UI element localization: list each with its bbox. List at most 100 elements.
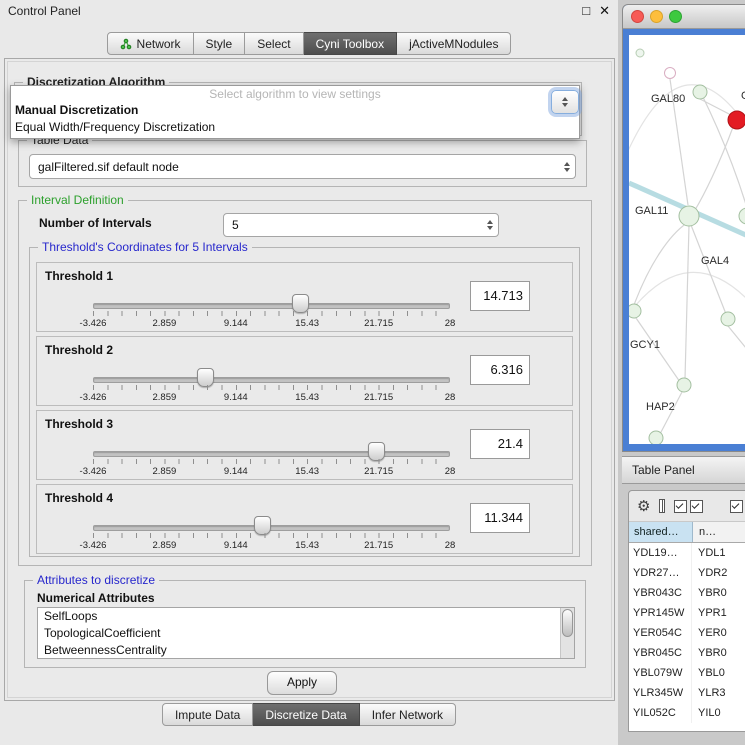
threshold-3-box: Threshold 3 -3.426 2.859 9.144 15.43 21.…: [36, 410, 573, 480]
cell[interactable]: YDL19…: [629, 543, 692, 563]
table-data-combo[interactable]: galFiltered.sif default node: [29, 154, 576, 179]
network-node[interactable]: [679, 206, 699, 226]
algorithm-option-manual[interactable]: Manual Discretization: [11, 102, 579, 119]
node-label: GAL80: [651, 93, 685, 105]
slider-ticks: [93, 311, 450, 316]
tab-impute-data[interactable]: Impute Data: [162, 703, 253, 726]
threshold-2-value[interactable]: 6.316: [470, 355, 530, 385]
select-columns-icon[interactable]: [674, 500, 703, 513]
numerical-attributes-label: Numerical Attributes: [37, 591, 155, 605]
checkbox-icon: [690, 500, 703, 513]
cell[interactable]: YBR043C: [629, 583, 692, 603]
columns-icon[interactable]: [659, 499, 665, 513]
cell[interactable]: YIL052C: [629, 703, 692, 723]
apply-button[interactable]: Apply: [267, 671, 337, 695]
cell[interactable]: YIL0: [692, 703, 745, 723]
cell[interactable]: YBR045C: [629, 643, 692, 663]
scrollbar-thumb[interactable]: [562, 609, 573, 637]
threshold-4-box: Threshold 4 -3.426 2.859 9.144 15.43 21.…: [36, 484, 573, 554]
tab-select[interactable]: Select: [245, 32, 303, 55]
threshold-3-slider[interactable]: -3.426 2.859 9.144 15.43 21.715 28: [93, 441, 450, 477]
threshold-2-slider[interactable]: -3.426 2.859 9.144 15.43 21.715 28: [93, 367, 450, 403]
network-node[interactable]: [636, 49, 644, 57]
table-row[interactable]: YBL079WYBL0: [629, 663, 745, 683]
tick-label: 15.43: [295, 540, 319, 551]
table-row[interactable]: YPR145WYPR1: [629, 603, 745, 623]
tab-discretize-data[interactable]: Discretize Data: [253, 703, 359, 726]
column-header-name[interactable]: n…: [693, 522, 745, 542]
tab-cyni-toolbox[interactable]: Cyni Toolbox: [304, 32, 397, 55]
list-item[interactable]: TopologicalCoefficient: [38, 625, 574, 642]
cell[interactable]: YLR3: [692, 683, 745, 703]
table-row[interactable]: YBR043CYBR0: [629, 583, 745, 603]
threshold-4-value[interactable]: 11.344: [470, 503, 530, 533]
table-row[interactable]: YIL052CYIL0: [629, 703, 745, 723]
network-node-selected[interactable]: [728, 111, 745, 129]
interval-definition-title: Interval Definition: [27, 193, 128, 207]
threshold-3-label: Threshold 3: [45, 417, 113, 431]
slider-track: [93, 377, 450, 383]
cell[interactable]: YER054C: [629, 623, 692, 643]
network-node[interactable]: [649, 431, 663, 444]
network-node[interactable]: [665, 68, 676, 79]
float-window-icon[interactable]: □: [582, 3, 590, 19]
list-item[interactable]: SelfLoops: [38, 608, 574, 625]
network-node[interactable]: [721, 312, 735, 326]
cell[interactable]: YER0: [692, 623, 745, 643]
network-canvas[interactable]: GAL80 GA GAL11 GAL4 GCY1 HAP2: [629, 35, 745, 444]
select-rows-icon[interactable]: [730, 500, 745, 513]
close-light[interactable]: [631, 10, 644, 23]
tab-style[interactable]: Style: [194, 32, 246, 55]
cell[interactable]: YLR345W: [629, 683, 692, 703]
cell[interactable]: YDR27…: [629, 563, 692, 583]
checkbox-icon: [674, 500, 687, 513]
threshold-2-label: Threshold 2: [45, 343, 113, 357]
table-row[interactable]: YDL19…YDL1: [629, 543, 745, 563]
network-node[interactable]: [677, 378, 691, 392]
algorithm-option-equal-width[interactable]: Equal Width/Frequency Discretization: [11, 119, 579, 136]
cell[interactable]: YBR0: [692, 643, 745, 663]
cell[interactable]: YPR145W: [629, 603, 692, 623]
cell[interactable]: YDL1: [692, 543, 745, 563]
combo-stepper-icon: [487, 214, 493, 236]
tick-label: 21.715: [364, 318, 393, 329]
cell[interactable]: YDR2: [692, 563, 745, 583]
interval-definition-group: Interval Definition Number of Intervals …: [18, 200, 592, 566]
network-node[interactable]: [629, 304, 641, 318]
threshold-1-value[interactable]: 14.713: [470, 281, 530, 311]
tab-infer-network[interactable]: Infer Network: [360, 703, 456, 726]
table-panel-header[interactable]: Table Panel: [622, 456, 745, 484]
network-window-titlebar[interactable]: [623, 5, 745, 29]
table-row[interactable]: YDR27…YDR2: [629, 563, 745, 583]
threshold-4-slider[interactable]: -3.426 2.859 9.144 15.43 21.715 28: [93, 515, 450, 551]
algorithm-combo-stepper[interactable]: [551, 90, 579, 114]
cell[interactable]: YBL0: [692, 663, 745, 683]
close-icon[interactable]: ✕: [599, 3, 610, 19]
attributes-list[interactable]: SelfLoops TopologicalCoefficient Between…: [37, 607, 575, 659]
list-scrollbar[interactable]: [560, 608, 574, 658]
zoom-light[interactable]: [669, 10, 682, 23]
minimize-light[interactable]: [650, 10, 663, 23]
edge: [728, 326, 745, 370]
slider-ticks: [93, 533, 450, 538]
network-node[interactable]: [693, 85, 707, 99]
cell[interactable]: YPR1: [692, 603, 745, 623]
tab-jactivemnodules[interactable]: jActiveMNodules: [397, 32, 511, 55]
network-node[interactable]: [739, 208, 745, 224]
tab-network[interactable]: Network: [107, 32, 194, 55]
num-intervals-combo[interactable]: 5: [223, 213, 499, 237]
gear-icon[interactable]: ⚙: [637, 499, 650, 514]
cell[interactable]: YBR0: [692, 583, 745, 603]
table-row[interactable]: YER054CYER0: [629, 623, 745, 643]
table-row[interactable]: YBR045CYBR0: [629, 643, 745, 663]
threshold-3-value[interactable]: 21.4: [470, 429, 530, 459]
table-toolbar: ⚙: [629, 491, 745, 522]
table-row[interactable]: YLR345WYLR3: [629, 683, 745, 703]
column-header-shared-name[interactable]: shared…: [629, 522, 693, 542]
cell[interactable]: YBL079W: [629, 663, 692, 683]
list-item[interactable]: BetweennessCentrality: [38, 642, 574, 659]
threshold-1-slider[interactable]: -3.426 2.859 9.144 15.43 21.715 28: [93, 293, 450, 329]
network-view-window: GAL80 GA GAL11 GAL4 GCY1 HAP2: [622, 4, 745, 452]
node-label: GA: [741, 90, 745, 102]
slider-tick-labels: -3.426 2.859 9.144 15.43 21.715 28: [93, 392, 450, 402]
